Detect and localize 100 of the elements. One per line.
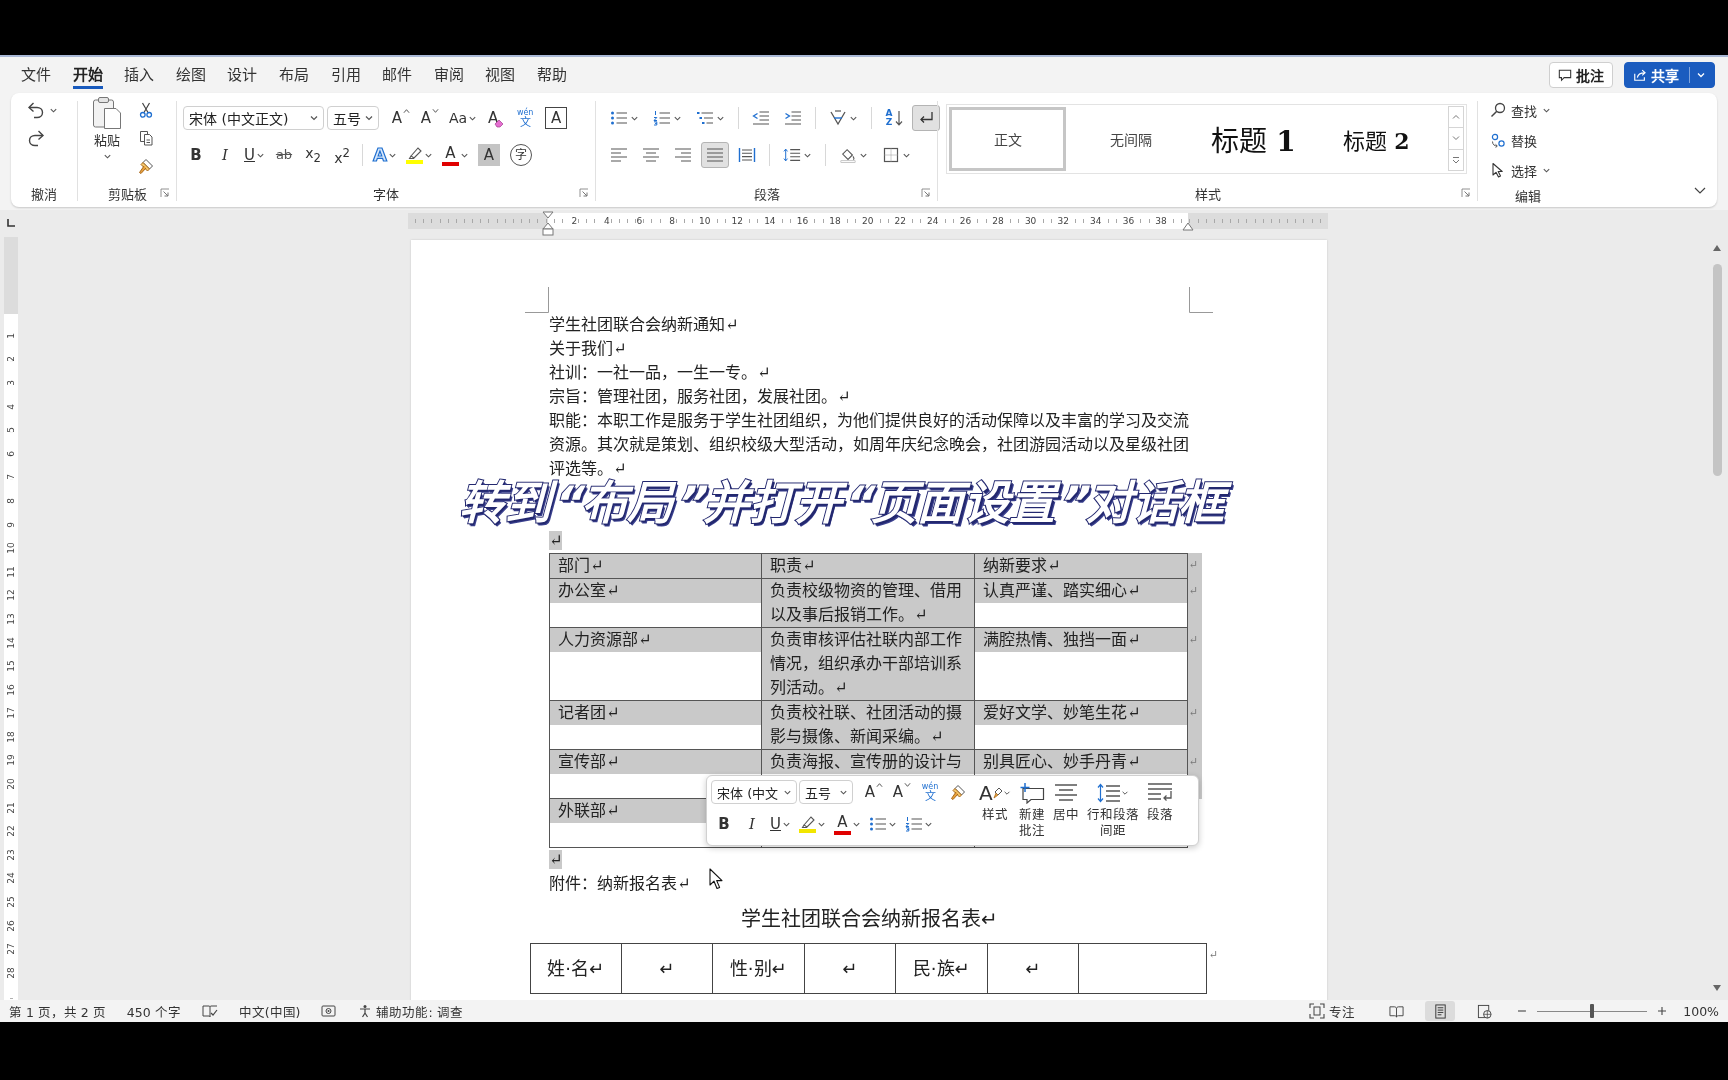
character-shading-button[interactable]: A	[477, 144, 500, 166]
proofing-icon[interactable]	[201, 1004, 218, 1018]
menu-tab[interactable]: 插入	[124, 60, 155, 89]
italic-button[interactable]: I	[212, 142, 238, 168]
ruler-number: 9	[6, 521, 16, 528]
menu-tab[interactable]: 引用	[330, 60, 361, 89]
find-button[interactable]: 查找	[1486, 95, 1578, 125]
dialog-launcher-icon[interactable]	[921, 188, 931, 198]
bold-button[interactable]: B	[183, 142, 209, 168]
table-header-cell: 纳新要求↵	[975, 553, 1188, 579]
phonetic-guide-button[interactable]: wén 文	[512, 105, 539, 131]
font-size-field[interactable]: 五号	[799, 780, 853, 804]
zoom-slider-thumb[interactable]	[1590, 1004, 1595, 1018]
chevron-down-icon	[1451, 134, 1461, 143]
row-end-mark: ↵	[1188, 579, 1202, 628]
gallery-more-button[interactable]	[1448, 148, 1464, 171]
ruler-number: 5	[6, 427, 16, 434]
word-count[interactable]: 450 个字	[126, 1001, 181, 1021]
menu-tab[interactable]: 邮件	[382, 60, 413, 89]
table-cell: 姓·名↵	[530, 943, 622, 994]
dialog-launcher-icon[interactable]	[160, 188, 170, 198]
focus-button[interactable]: 专注	[1309, 1001, 1356, 1021]
character-border-button[interactable]: A	[545, 107, 568, 129]
align-left-icon	[610, 147, 628, 163]
indent-marker-icon[interactable]	[542, 211, 554, 237]
menu-tab[interactable]: 帮助	[536, 60, 567, 89]
font-name-field[interactable]: 宋体 (中文	[711, 780, 797, 804]
print-layout-button[interactable]	[1425, 1001, 1456, 1021]
paste-button[interactable]: 粘贴	[88, 96, 126, 168]
caret-icon	[1121, 789, 1130, 797]
italic-button[interactable]: I	[739, 811, 765, 837]
more-icon	[1451, 154, 1461, 165]
undo-icon[interactable]	[26, 100, 46, 120]
brush-icon[interactable]	[138, 158, 154, 174]
decrease-indent-icon	[752, 110, 770, 126]
dialog-launcher-icon[interactable]	[579, 188, 589, 198]
align-center-icon	[1053, 783, 1078, 803]
caret-up-icon	[876, 782, 884, 788]
replace-button[interactable]: 替换	[1486, 125, 1578, 155]
share-button[interactable]: 共享	[1624, 61, 1715, 88]
scrollbar-thumb[interactable]	[1712, 264, 1722, 476]
select-button[interactable]: 选择	[1486, 155, 1578, 185]
copy-icon[interactable]	[138, 130, 154, 146]
show-marks-button[interactable]	[912, 105, 940, 131]
numbered-list-icon	[905, 816, 923, 832]
paragraph-text: 社训：一社一品，一生一专。↵	[549, 363, 771, 382]
paragraph-mark-icon	[917, 110, 935, 126]
accessibility-button[interactable]: 辅助功能: 调查	[358, 1001, 463, 1021]
grow-font-button[interactable]: A	[388, 105, 414, 131]
change-case-button[interactable]: Aa	[446, 105, 481, 131]
table-header-cell: 部门↵	[549, 553, 762, 579]
replace-icon	[1490, 132, 1506, 148]
menu-tab[interactable]: 布局	[278, 60, 309, 89]
ruler-number: 12	[6, 589, 16, 602]
zoom-in-icon[interactable]	[1657, 1006, 1668, 1016]
underline-button[interactable]: U	[241, 142, 268, 168]
collapse-ribbon-icon[interactable]	[1693, 185, 1707, 195]
subscript-button[interactable]: x$_{2}$	[300, 142, 326, 168]
macro-icon[interactable]	[321, 1004, 338, 1018]
brush-icon	[992, 787, 1003, 799]
scissors-icon[interactable]	[138, 102, 154, 118]
ruler-number: 14	[6, 636, 16, 649]
font-color-button[interactable]: A	[831, 811, 864, 837]
menu-tab[interactable]: 开始	[72, 60, 103, 89]
mouse-pointer-icon	[709, 868, 723, 890]
scroll-down-icon[interactable]	[1712, 984, 1722, 992]
corner-mark-icon	[525, 287, 549, 313]
table-cell: 满腔热情、独挡一面↵	[975, 628, 1188, 701]
bold-button[interactable]: B	[711, 811, 737, 837]
group-label: 样式	[1194, 185, 1221, 203]
page-count[interactable]: 第 1 页，共 2 页	[9, 1001, 106, 1021]
language-indicator[interactable]: 中文(中国)	[238, 1001, 301, 1021]
dialog-launcher-icon[interactable]	[1461, 188, 1471, 198]
group-label: 编辑	[1515, 187, 1541, 205]
tab-selector-icon[interactable]	[6, 217, 16, 228]
shrink-font-button[interactable]: A	[417, 105, 443, 131]
menu-tab[interactable]: 设计	[227, 60, 258, 89]
ruler-number: 27	[6, 943, 16, 955]
strikethrough-button[interactable]: ab	[271, 142, 297, 168]
comments-button[interactable]: 批注	[1549, 61, 1613, 88]
menu-tab[interactable]: 审阅	[433, 60, 464, 89]
underline-button[interactable]: U	[767, 811, 794, 837]
style-option[interactable]: 正文	[949, 107, 1066, 171]
zoom-level[interactable]: 100%	[1683, 1003, 1719, 1019]
table-cell: 爱好文学、妙笔生花↵	[975, 701, 1188, 750]
right-indent-marker-icon[interactable]	[1182, 221, 1194, 231]
menu-tab[interactable]: 视图	[485, 60, 516, 89]
clear-formatting-button[interactable]: A	[483, 105, 510, 131]
table-cell: ↵	[804, 943, 896, 994]
menu-tab[interactable]: 文件	[21, 60, 51, 89]
superscript-button[interactable]: x$^{2}$	[329, 142, 355, 168]
sort-button[interactable]: A Z	[880, 105, 908, 131]
align-center-icon	[642, 147, 660, 163]
font-name-field[interactable]: 宋体 (中文正文)	[183, 106, 324, 130]
font-size-field[interactable]: 五号	[327, 106, 379, 130]
ruler-number: 28	[6, 967, 16, 979]
scroll-up-icon[interactable]	[1712, 244, 1722, 252]
font-color-button[interactable]: A	[438, 142, 472, 168]
redo-icon[interactable]	[26, 128, 46, 148]
menu-tab[interactable]: 绘图	[175, 60, 206, 89]
